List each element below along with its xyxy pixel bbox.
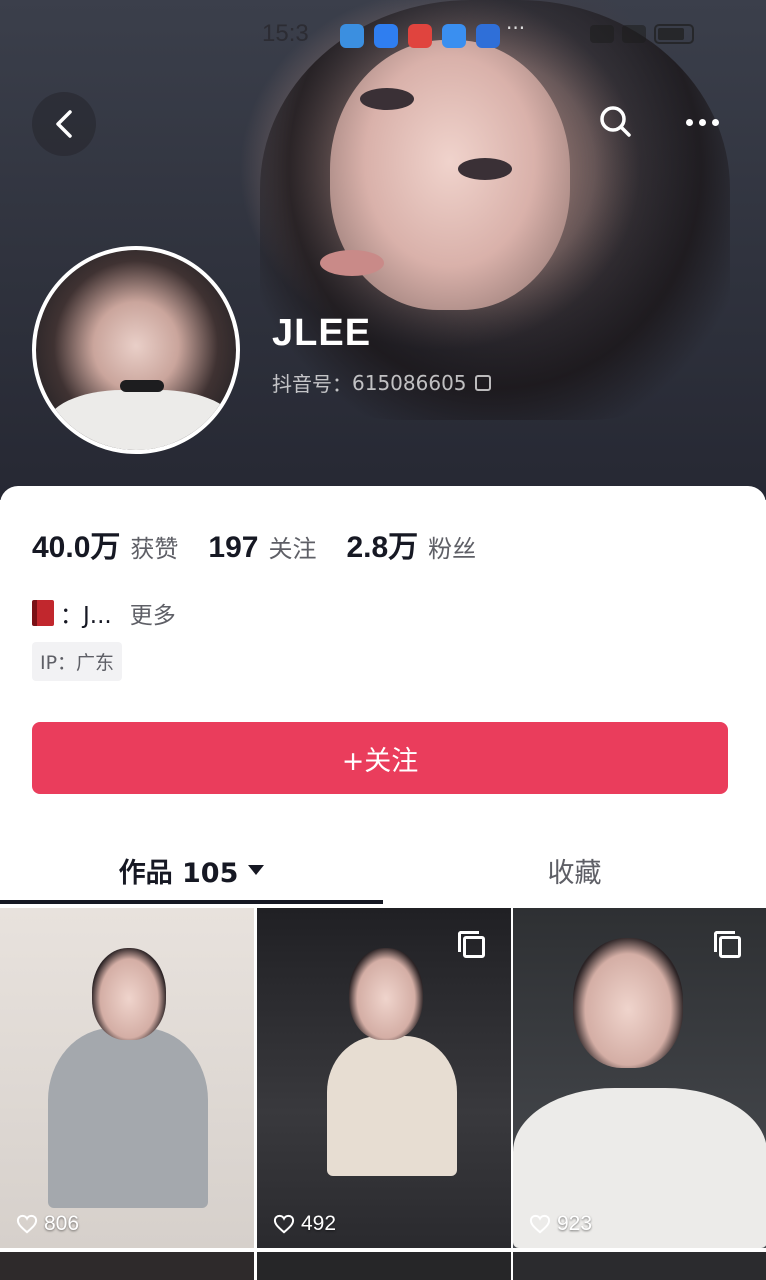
heart-icon [16,1214,38,1234]
like-count-value: 492 [301,1212,337,1235]
avatar-choker [120,380,164,392]
douyin-id[interactable]: 抖音号： 615086605 [272,368,491,397]
avatar[interactable] [32,246,240,454]
notification-app-icon [408,24,432,48]
status-more: ··· [506,16,526,40]
notification-app-icon [476,24,500,48]
bio-more-link[interactable]: 更多 [130,596,176,630]
tab-works[interactable]: 作品 105 [0,834,383,906]
search-button[interactable] [592,98,640,146]
username: JLEE [272,312,372,354]
status-bar: 15:3 ··· [0,16,766,54]
like-count: 806 [16,1212,79,1236]
notification-icons [340,24,500,48]
video-tile[interactable] [257,1252,511,1280]
chevron-left-icon [56,110,72,138]
heart-icon [273,1214,295,1234]
stat-label: 关注 [268,535,317,563]
stat-number: 40.0万 [32,531,121,564]
notification-app-icon [374,24,398,48]
search-icon [600,106,631,137]
multi-image-icon [714,931,741,958]
red-book-icon [32,600,54,626]
douyin-id-label: 抖音号： [272,372,352,396]
notification-app-icon [340,24,364,48]
thumbnail-face [92,948,166,1040]
video-tile[interactable]: 923 [513,908,766,1248]
copy-icon[interactable] [474,374,491,391]
stats-row: 40.0万 获赞 197 关注 2.8万 粉丝 [32,522,476,566]
video-tile[interactable]: 492 [257,908,511,1248]
back-button[interactable] [32,92,96,156]
stat-likes[interactable]: 40.0万 获赞 [32,522,178,566]
cover-eye [360,88,414,110]
thumbnail-figure [327,1036,457,1176]
video-tile[interactable] [0,1252,254,1280]
like-count: 923 [529,1212,592,1236]
video-grid: 806 492 923 [0,906,766,1280]
tab-collect-label: 收藏 [547,857,602,889]
thumbnail-face [573,938,683,1068]
more-dot [711,118,719,126]
douyin-id-value: 615086605 [352,370,467,395]
cover-lips [320,250,384,276]
stat-number: 2.8万 [346,531,419,564]
multi-image-icon [458,931,485,958]
stat-label: 获赞 [130,535,179,563]
follow-button[interactable]: +关注 [32,722,728,794]
more-dot [685,118,693,126]
tab-active-indicator [0,900,383,904]
like-count: 492 [273,1212,336,1236]
heart-icon [529,1214,551,1234]
like-count-value: 923 [557,1212,593,1235]
more-dot [698,118,706,126]
video-tile[interactable] [513,1252,766,1280]
stat-following[interactable]: 197 关注 [208,529,316,565]
bio: ：J... 更多 [32,596,176,630]
tab-collect[interactable]: 收藏 [383,834,766,906]
more-button[interactable] [676,98,728,146]
like-count-value: 806 [44,1212,80,1235]
stat-followers[interactable]: 2.8万 粉丝 [346,522,476,566]
system-icons [590,24,694,44]
wifi-icon [622,25,646,43]
status-time: 15:3 [262,20,309,47]
notification-app-icon [442,24,466,48]
stat-number: 197 [208,531,259,564]
caret-down-icon [248,865,265,875]
stat-label: 粉丝 [428,535,477,563]
bio-text: ：J... [60,603,112,629]
ip-location-tag: IP：广东 [32,642,123,681]
avatar-shirt [46,390,236,450]
video-tile[interactable]: 806 [0,908,254,1248]
content-tabs: 作品 105 收藏 [0,834,766,906]
battery-icon [654,24,694,44]
signal-icon [590,25,614,43]
cover-eye [458,158,512,180]
thumbnail-figure [48,1028,208,1208]
thumbnail-face [349,948,423,1040]
tab-works-label: 作品 105 [118,857,239,889]
